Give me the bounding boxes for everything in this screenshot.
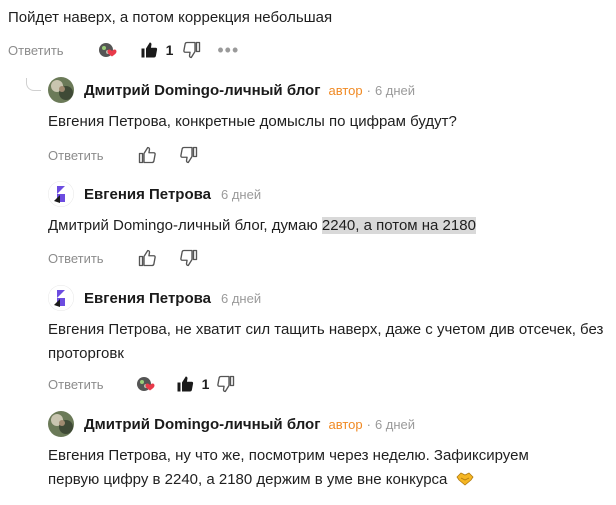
thumbs-up-icon[interactable]	[136, 247, 158, 269]
author-name[interactable]: Дмитрий Domingo-личный блог	[84, 416, 320, 433]
reply-button[interactable]: Ответить	[8, 43, 64, 58]
author-name[interactable]: Евгения Петрова	[84, 290, 211, 307]
author-name[interactable]: Евгения Петрова	[84, 186, 211, 203]
handshake-emoji-icon	[456, 471, 474, 495]
author-badge: автор	[328, 82, 363, 98]
top-comment-text: Пойдет наверх, а потом коррекция небольш…	[8, 9, 333, 26]
avatar[interactable]	[48, 411, 74, 437]
reactions-icon[interactable]	[98, 39, 120, 61]
timestamp: 6 дней	[220, 186, 262, 202]
reply-4-text: Евгения Петрова, ну что же, посмотрим че…	[48, 444, 568, 495]
reply-4-header: Дмитрий Domingo-личный блог автор · 6 дн…	[48, 408, 415, 440]
reply-text: Дмитрий Domingo-личный блог, думаю	[48, 217, 322, 234]
reply-3-header: Евгения Петрова 6 дней	[48, 282, 261, 314]
avatar[interactable]	[48, 77, 74, 103]
timestamp: 6 дней	[374, 416, 416, 432]
reply-2-text: Дмитрий Domingo-личный блог, думаю 2240,…	[48, 214, 476, 238]
thumbs-down-icon[interactable]	[178, 144, 200, 166]
reply-button[interactable]: Ответить	[48, 148, 104, 163]
separator: ·	[366, 416, 371, 432]
thumbs-down-icon[interactable]	[178, 247, 200, 269]
highlighted-text: 2240, а потом на 2180	[321, 217, 476, 234]
separator: ·	[366, 82, 371, 98]
reactions-icon[interactable]	[136, 373, 158, 395]
like-count: 1	[165, 42, 174, 58]
reply-3-text: Евгения Петрова, не хватит сил тащить на…	[48, 321, 604, 362]
like-count: 1	[201, 376, 210, 392]
timestamp: 6 дней	[220, 290, 262, 306]
top-comment-actions: Ответить 1 •••	[8, 39, 239, 61]
author-name[interactable]: Дмитрий Domingo-личный блог	[84, 82, 320, 99]
thread-connector	[26, 78, 41, 91]
thumbs-up-icon[interactable]	[174, 373, 196, 395]
avatar[interactable]	[48, 285, 74, 311]
thumbs-down-icon[interactable]	[181, 39, 203, 61]
reply-button[interactable]: Ответить	[48, 377, 104, 392]
avatar[interactable]	[48, 181, 74, 207]
reply-3-actions: Ответить 1	[48, 373, 237, 395]
more-icon[interactable]: •••	[217, 41, 239, 59]
reply-1-text: Евгения Петрова, конкретные домыслы по ц…	[48, 113, 457, 130]
thumbs-up-icon[interactable]	[138, 39, 160, 61]
reply-1-header: Дмитрий Domingo-личный блог автор · 6 дн…	[48, 74, 415, 106]
thumbs-up-icon[interactable]	[136, 144, 158, 166]
reply-1-actions: Ответить	[48, 144, 200, 166]
reply-2-header: Евгения Петрова 6 дней	[48, 178, 261, 210]
reply-2-actions: Ответить	[48, 247, 200, 269]
author-badge: автор	[328, 416, 363, 432]
thumbs-down-icon[interactable]	[215, 373, 237, 395]
timestamp: 6 дней	[374, 82, 416, 98]
reply-button[interactable]: Ответить	[48, 251, 104, 266]
